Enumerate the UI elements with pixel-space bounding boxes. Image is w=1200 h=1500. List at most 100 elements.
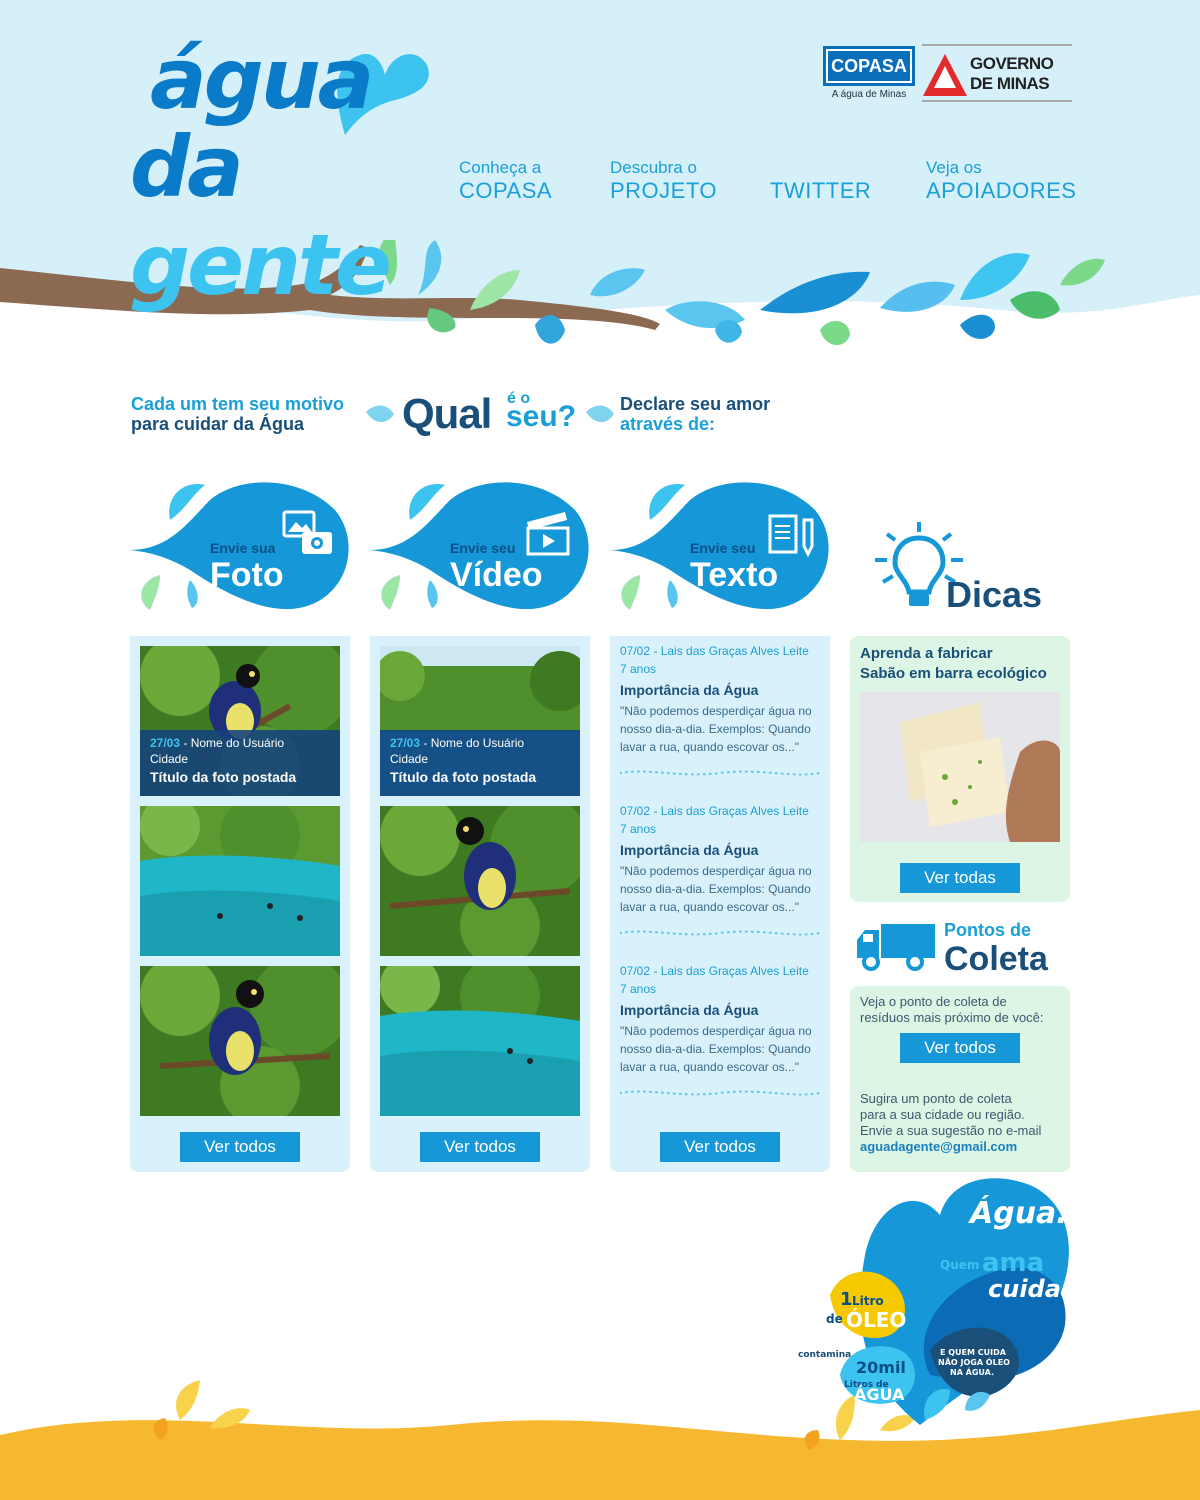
dicas-line1: Aprenda a fabricar — [860, 645, 993, 662]
logo-line-1: água — [150, 30, 374, 128]
caption-date: 27/03 — [390, 736, 421, 750]
clapperboard-icon — [526, 512, 570, 556]
video-caption: 27/03 - Nome do Usuário Cidade Título da… — [380, 730, 580, 796]
river-photo — [380, 966, 580, 1116]
caption-line1: 27/03 - Nome do Usuário — [390, 736, 570, 750]
post-excerpt: "Não podemos desperdiçar água no nosso d… — [620, 704, 812, 754]
video-ver-todos-button[interactable]: Ver todos — [420, 1132, 540, 1162]
texto-ver-todos-button[interactable]: Ver todos — [660, 1132, 780, 1162]
foto-header-small: Envie sua — [210, 540, 276, 556]
campaign-quote2: NÃO JOGA ÓLEO — [938, 1356, 1010, 1367]
bird-photo — [140, 966, 340, 1116]
tagline-right-line1: Declare seu amor — [620, 394, 771, 414]
post-author: 07/02 - Lais das Graças Alves Leite — [620, 964, 809, 978]
foto-header-big: Foto — [210, 556, 284, 594]
nav-copasa-small: Conheça a — [459, 158, 542, 177]
photo-thumb[interactable] — [140, 966, 340, 1116]
nav-projeto-small: Descubra o — [610, 158, 697, 177]
nav-apoiadores-big: APOIADORES — [926, 178, 1077, 203]
governo-minas-logo[interactable]: GOVERNO DE MINAS — [922, 44, 1072, 102]
text-post[interactable]: 07/02 - Lais das Graças Alves Leite 7 an… — [620, 802, 820, 916]
qual-title: Qual — [402, 390, 492, 437]
tagline-right-line2: através de: — [620, 414, 716, 434]
video-thumb[interactable] — [380, 806, 580, 956]
nav-copasa-big: COPASA — [459, 178, 553, 203]
nav-apoiadores-small: Veja os — [926, 158, 982, 177]
dicas-ver-todas-button[interactable]: Ver todas — [900, 863, 1020, 893]
copasa-tagline: A água de Minas — [831, 89, 907, 100]
campaign-quote3: NA ÁGUA. — [950, 1366, 994, 1377]
campaign-ama: ama — [982, 1248, 1044, 1278]
nav-copasa[interactable]: Conheça a COPASA — [459, 158, 552, 204]
foto-ver-todos-button[interactable]: Ver todos — [180, 1132, 300, 1162]
triangle-icon — [923, 54, 967, 96]
texto-header[interactable]: Envie seu Texto — [610, 480, 830, 636]
suggestion-line1: Sugira um ponto de coleta — [860, 1091, 1012, 1106]
nav-apoiadores[interactable]: Veja os APOIADORES — [926, 158, 1076, 204]
foto-column: Envie sua Foto 27/03 - Nome do Usuário C… — [130, 480, 350, 1172]
campaign-cuida: cuida. — [988, 1275, 1070, 1303]
coleta-suggestion: Sugira um ponto de coleta para a sua cid… — [860, 1091, 1041, 1155]
video-header[interactable]: Envie seu Vídeo — [370, 480, 590, 636]
gov-line-1: GOVERNO — [970, 54, 1054, 73]
campaign-heart-illustration[interactable]: Água. Quem ama cuida. 1 Litro de ÓLEO co… — [790, 1175, 1080, 1500]
video-header-big: Vídeo — [450, 556, 543, 594]
tagline-right: Declare seu amor através de: — [620, 394, 770, 434]
truck-icon — [857, 924, 935, 971]
campaign-litro-num: 1 — [840, 1289, 853, 1310]
copasa-logo-text: COPASA — [823, 46, 915, 86]
text-post[interactable]: 07/02 - Lais das Graças Alves Leite 7 an… — [620, 962, 820, 1076]
video-header-small: Envie seu — [450, 540, 516, 556]
tagline-left-line1: Cada um tem seu motivo — [131, 394, 345, 414]
document-pencil-icon — [768, 514, 814, 558]
caption-user: - Nome do Usuário — [180, 736, 285, 750]
copasa-logo[interactable]: COPASA A água de Minas — [823, 46, 915, 102]
logo-word-gente: gente — [130, 216, 392, 314]
photo-thumb[interactable]: 27/03 - Nome do Usuário Cidade Título da… — [140, 646, 340, 796]
campaign-oleo: ÓLEO — [846, 1308, 906, 1332]
caption-line1: 27/03 - Nome do Usuário — [150, 736, 330, 750]
dicas-card: Aprenda a fabricar Sabão em barra ecológ… — [850, 636, 1070, 902]
dicas-text[interactable]: Aprenda a fabricar Sabão em barra ecológ… — [860, 644, 1047, 684]
photo-camera-icon — [282, 510, 332, 554]
dotted-divider — [620, 1090, 820, 1096]
video-thumb[interactable]: 27/03 - Nome do Usuário Cidade Título da… — [380, 646, 580, 796]
site-logo[interactable]: água da gente — [120, 30, 450, 314]
campaign-quem: Quem — [940, 1258, 979, 1272]
video-list: 27/03 - Nome do Usuário Cidade Título da… — [370, 636, 590, 1172]
text-post[interactable]: 07/02 - Lais das Graças Alves Leite 7 an… — [620, 642, 820, 756]
caption-title: Título da foto postada — [390, 769, 537, 785]
logo-word-da: da — [130, 118, 244, 216]
coleta-text-line2: resíduos mais próximo de você: — [860, 1010, 1044, 1025]
drop-arrow-icon — [586, 405, 614, 423]
post-excerpt: "Não podemos desperdiçar água no nosso d… — [620, 1024, 812, 1074]
gov-line-2: DE MINAS — [970, 74, 1050, 93]
dicas-line2: Sabão em barra ecológico — [860, 665, 1047, 682]
caption-title: Título da foto postada — [150, 769, 297, 785]
coleta-text: Veja o ponto de coleta de resíduos mais … — [860, 994, 1044, 1026]
tagline-left-line2: para cuidar da Água — [131, 414, 305, 434]
dotted-divider — [620, 770, 820, 776]
campaign-litro: Litro — [852, 1294, 884, 1308]
nav-twitter-big: TWITTER — [770, 178, 872, 203]
coleta-text-line1: Veja o ponto de coleta de — [860, 994, 1007, 1009]
post-author: 07/02 - Lais das Graças Alves Leite — [620, 644, 809, 658]
coleta-title-big: Coleta — [944, 940, 1048, 978]
photo-thumb[interactable] — [140, 806, 340, 956]
suggestion-line3: Envie a sua sugestão no e-mail — [860, 1123, 1042, 1138]
nav-projeto[interactable]: Descubra o PROJETO — [610, 158, 717, 204]
dicas-title: Dicas — [946, 574, 1043, 615]
coleta-ver-todos-button[interactable]: Ver todos — [900, 1033, 1020, 1063]
texto-column: Envie seu Texto 07/02 - Lais das Graças … — [610, 480, 830, 1172]
video-thumb[interactable] — [380, 966, 580, 1116]
foto-header[interactable]: Envie sua Foto — [130, 480, 350, 636]
tagline-left: Cada um tem seu motivo para cuidar da Ág… — [131, 394, 344, 434]
drop-arrow-icon — [366, 405, 394, 423]
contact-email-link[interactable]: aguadagente@gmail.com — [860, 1139, 1041, 1155]
river-photo — [140, 806, 340, 956]
post-title: Importância da Água — [620, 1002, 759, 1018]
gov-text: GOVERNO DE MINAS — [970, 54, 1054, 94]
nav-twitter[interactable]: TWITTER — [770, 178, 871, 204]
soap-photo[interactable] — [860, 692, 1060, 842]
caption-date: 27/03 — [150, 736, 181, 750]
